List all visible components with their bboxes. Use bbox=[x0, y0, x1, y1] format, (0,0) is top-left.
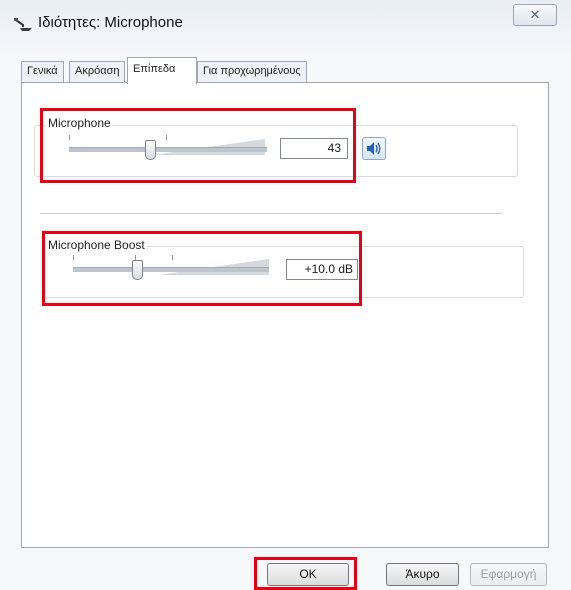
tab-general[interactable]: Γενικά bbox=[21, 61, 64, 82]
boost-slider-tick bbox=[172, 255, 173, 260]
microphone-slider-tick bbox=[69, 135, 70, 140]
boost-slider-thumb[interactable] bbox=[132, 260, 143, 280]
boost-track bbox=[73, 267, 269, 272]
tab-levels[interactable]: Επίπεδα bbox=[127, 57, 197, 84]
close-button[interactable]: ✕ bbox=[513, 4, 557, 26]
boost-label: Microphone Boost bbox=[46, 238, 147, 252]
cancel-button[interactable]: Άκυρο bbox=[386, 563, 459, 586]
title-bar: Ιδιότητες: Microphone ✕ bbox=[0, 0, 571, 44]
microphone-icon bbox=[14, 18, 32, 31]
microphone-level-value[interactable]: 43 bbox=[280, 138, 348, 159]
levels-panel: Microphone 43 Microphone Boost +10.0 dB bbox=[21, 82, 549, 548]
speaker-icon bbox=[367, 142, 381, 155]
window-title: Ιδιότητες: Microphone bbox=[38, 14, 183, 31]
microphone-level-label: Microphone bbox=[46, 116, 113, 130]
boost-value[interactable]: +10.0 dB bbox=[286, 259, 358, 280]
microphone-level-slider-thumb[interactable] bbox=[145, 140, 156, 160]
tab-listen[interactable]: Ακρόαση bbox=[69, 61, 126, 82]
separator bbox=[40, 213, 502, 214]
microphone-slider-tick bbox=[166, 135, 167, 140]
tab-advanced[interactable]: Για προχωρημένους bbox=[197, 61, 307, 82]
boost-group bbox=[42, 246, 524, 298]
properties-dialog: Ιδιότητες: Microphone ✕ Γενικά Ακρόαση Ε… bbox=[0, 0, 571, 590]
ok-button[interactable]: OK bbox=[267, 563, 349, 586]
mute-toggle-button[interactable] bbox=[362, 137, 386, 160]
microphone-level-track bbox=[69, 147, 267, 152]
apply-button[interactable]: Εφαρμογή bbox=[470, 563, 547, 586]
boost-slider-tick bbox=[73, 255, 74, 260]
